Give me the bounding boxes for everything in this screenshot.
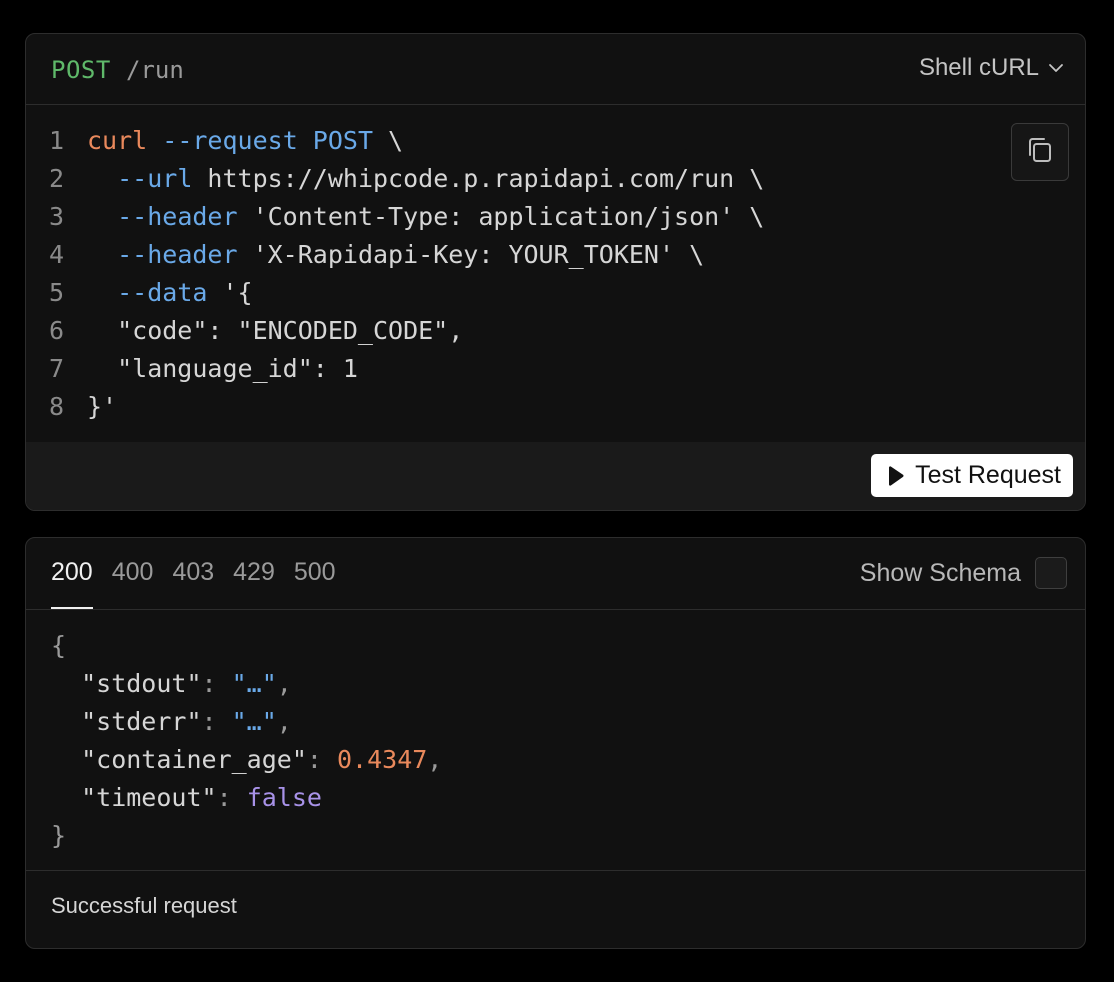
response-header: 200 400 403 429 500 Show Schema [26, 538, 1085, 610]
code-token: }' [87, 392, 118, 421]
code-text: curl --request POST \ [87, 122, 403, 160]
response-description: Successful request [51, 893, 237, 918]
code-text: --header 'Content-Type: application/json… [87, 198, 764, 236]
code-text: "code": "ENCODED_CODE", [87, 312, 463, 350]
json-token: : [201, 669, 232, 698]
code-text: "language_id": 1 [87, 350, 358, 388]
status-tab-403[interactable]: 403 [172, 558, 214, 608]
line-number: 2 [49, 164, 65, 193]
language-select-label: Shell cURL [918, 54, 1039, 81]
code-text: --header 'X-Rapidapi-Key: YOUR_TOKEN' \ [87, 236, 704, 274]
code-token: --data [117, 278, 208, 307]
status-tab-400[interactable]: 400 [112, 558, 154, 608]
json-token: : [306, 745, 337, 774]
json-line: "container_age": 0.4347, [51, 741, 442, 779]
endpoint-path: /run [126, 56, 184, 84]
status-tab-429[interactable]: 429 [233, 558, 275, 608]
test-request-label: Test Request [915, 461, 1061, 489]
line-number: 4 [49, 240, 65, 269]
response-card: 200 400 403 429 500 Show Schema { "stdout": … [25, 537, 1086, 949]
code-token: 'X-Rapidapi-Key: YOUR_TOKEN' \ [237, 240, 705, 269]
copy-icon [1025, 134, 1055, 170]
code-text: --url https://whipcode.p.rapidapi.com/ru… [87, 160, 764, 198]
test-request-button[interactable]: Test Request [871, 454, 1073, 497]
status-tab-200[interactable]: 200 [51, 558, 93, 609]
json-token: : [201, 707, 232, 736]
line-number: 6 [49, 316, 65, 345]
language-select[interactable]: Shell cURL [919, 54, 1065, 82]
line-number: 1 [49, 126, 65, 155]
play-icon [885, 465, 905, 487]
json-token: "stdout" [51, 669, 202, 698]
chevron-down-icon [1047, 59, 1065, 77]
code-token: https://whipcode.p.rapidapi.com/run \ [192, 164, 765, 193]
code-token: --request POST [162, 126, 373, 155]
json-line: "timeout": false [51, 779, 322, 817]
status-tabs: 200 400 403 429 500 [51, 558, 336, 609]
code-text: }' [87, 388, 117, 426]
json-token: , [276, 669, 292, 698]
code-text: --data '{ [87, 274, 253, 312]
json-token: false [246, 783, 322, 812]
request-card: POST /run Shell cURL 1 curl --request POS… [25, 33, 1086, 511]
json-token: , [276, 707, 292, 736]
json-token: , [427, 745, 443, 774]
code-token: --header [117, 240, 238, 269]
json-line: "stdout": "…", [51, 665, 292, 703]
code-token: \ [373, 126, 404, 155]
code-token: --url [117, 164, 193, 193]
json-token: "timeout" [51, 783, 217, 812]
code-token: '{ [207, 278, 253, 307]
code-block: 1 curl --request POST \ 2 --url https://wh… [26, 105, 1085, 442]
line-number: 7 [49, 354, 65, 383]
request-header: POST /run Shell cURL [26, 34, 1085, 105]
json-token: } [51, 821, 67, 850]
request-footer: Test Request [26, 442, 1085, 510]
code-token: "code": "ENCODED_CODE", [87, 316, 464, 345]
code-token: 'Content-Type: application/json' \ [237, 202, 765, 231]
json-token: : [216, 783, 247, 812]
line-number: 5 [49, 278, 65, 307]
json-token: { [51, 631, 67, 660]
response-example: { "stdout": "…", "stderr": "…", "contain… [26, 610, 1085, 871]
json-token: "stderr" [51, 707, 202, 736]
line-number: 3 [49, 202, 65, 231]
show-schema-checkbox[interactable] [1035, 557, 1067, 589]
copy-button[interactable] [1011, 123, 1069, 181]
json-line: { [51, 627, 66, 665]
json-line: "stderr": "…", [51, 703, 292, 741]
json-line: } [51, 817, 66, 855]
json-token: "…" [231, 707, 277, 736]
line-number: 8 [49, 392, 65, 421]
code-token: --header [117, 202, 238, 231]
show-schema-toggle[interactable]: Show Schema [860, 557, 1067, 589]
status-tab-500[interactable]: 500 [294, 558, 336, 608]
json-token: "…" [231, 669, 277, 698]
json-token: "container_age" [51, 745, 307, 774]
code-token: curl [87, 126, 148, 155]
http-method: POST [51, 56, 111, 84]
json-token: 0.4347 [336, 745, 428, 774]
code-token: "language_id": 1 [87, 354, 358, 383]
show-schema-label: Show Schema [859, 558, 1021, 587]
